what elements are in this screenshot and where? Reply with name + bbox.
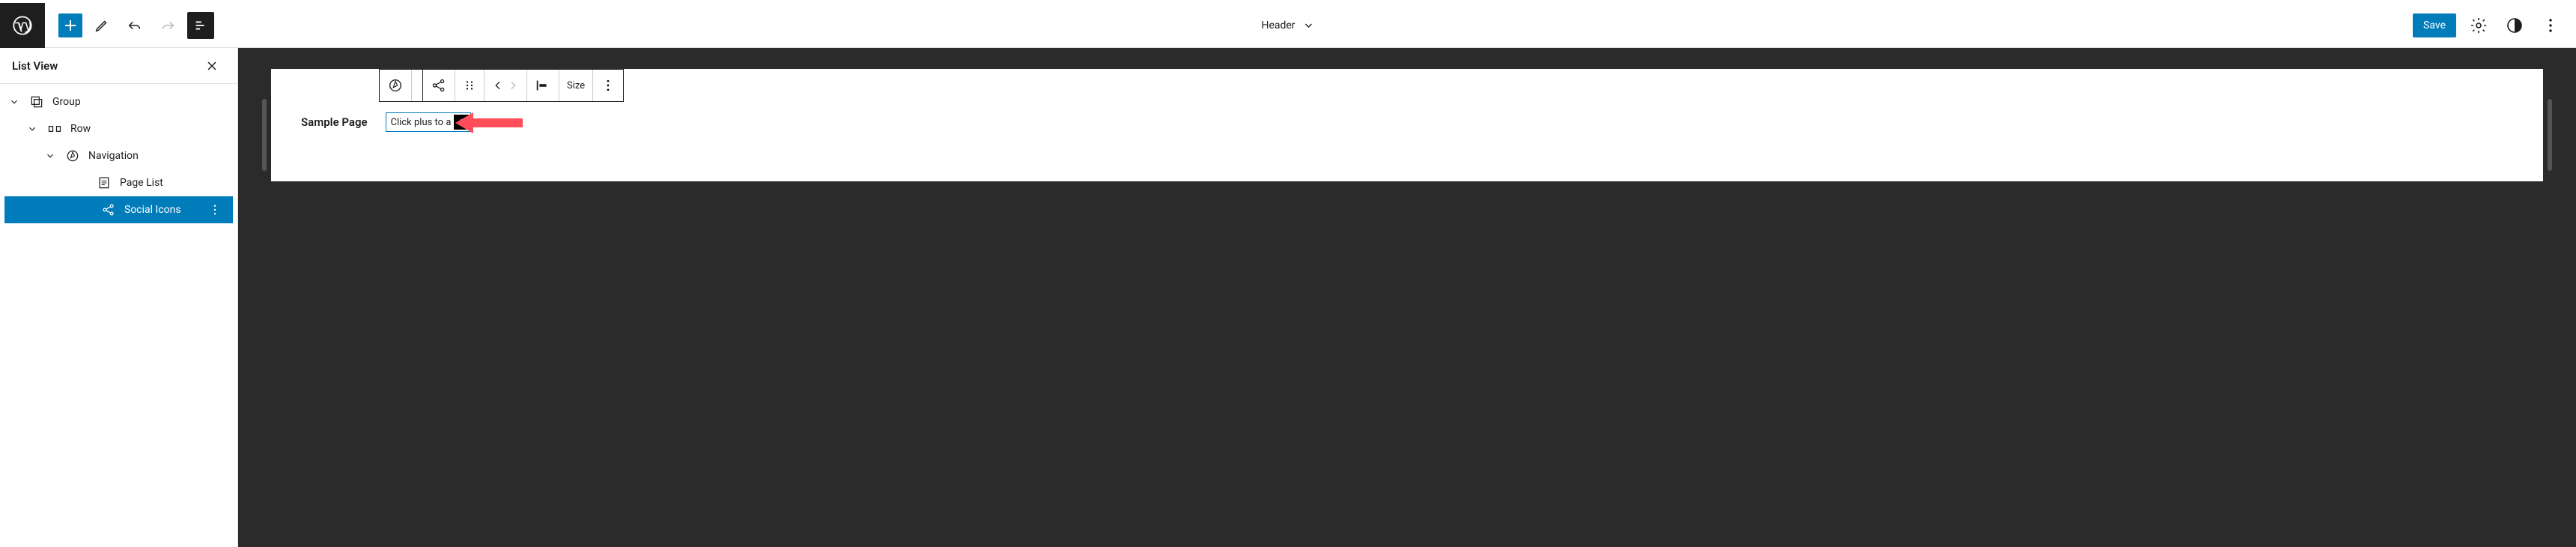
wp-logo[interactable]: [0, 3, 45, 48]
tree-row-group[interactable]: Group: [0, 88, 237, 115]
group-icon: [29, 94, 44, 109]
navigation-icon: [387, 77, 404, 94]
block-parent-button[interactable]: [380, 70, 412, 101]
row-icon: [47, 121, 62, 136]
save-button[interactable]: Save: [2413, 13, 2456, 37]
tree-label: Group: [52, 96, 81, 108]
justify-button[interactable]: [527, 70, 559, 101]
grip-icon: [463, 79, 476, 92]
sample-page-link[interactable]: Sample Page: [301, 115, 368, 129]
move-left-button[interactable]: [484, 70, 527, 101]
social-placeholder-text: Click plus to a: [391, 117, 452, 128]
chevron-down-icon: [27, 124, 37, 134]
pencil-icon: [94, 17, 110, 34]
block-toolbar: Size: [379, 69, 624, 102]
document-title-button[interactable]: Header: [1261, 19, 1314, 31]
chevron-left-icon: [492, 79, 504, 91]
undo-button[interactable]: [121, 12, 148, 39]
plus-icon: [61, 16, 79, 34]
add-block-button[interactable]: [58, 13, 82, 37]
save-button-label: Save: [2423, 19, 2446, 31]
list-view-icon: [192, 17, 209, 34]
chevron-down-icon: [9, 97, 19, 107]
gear-icon: [2470, 16, 2488, 34]
block-tree: Group Row Navigation Page List Social Ic…: [0, 84, 237, 228]
top-right-cluster: Save: [2413, 12, 2576, 39]
redo-icon: [160, 17, 176, 34]
page-list-icon: [97, 175, 112, 190]
chevron-down-icon: [45, 151, 55, 161]
edit-tool-button[interactable]: [88, 12, 115, 39]
more-options-button[interactable]: [2537, 12, 2564, 39]
kebab-icon: [601, 78, 616, 93]
share-icon: [101, 202, 116, 217]
top-toolbar: Header Save: [0, 3, 2576, 48]
tree-label: Navigation: [88, 150, 139, 162]
tree-label: Social Icons: [124, 204, 181, 216]
list-view-toggle-button[interactable]: [187, 12, 214, 39]
half-circle-icon: [2506, 16, 2524, 34]
wordpress-icon: [12, 15, 33, 36]
resize-handle-left[interactable]: [262, 99, 267, 171]
redo-button[interactable]: [154, 12, 181, 39]
styles-button[interactable]: [2501, 12, 2528, 39]
tree-row-options-button[interactable]: [206, 201, 224, 219]
add-social-icon-button[interactable]: [454, 115, 469, 130]
drag-handle[interactable]: [455, 70, 484, 101]
social-icons-placeholder[interactable]: Click plus to a: [386, 112, 472, 132]
navigation-icon: [65, 148, 80, 163]
size-button[interactable]: Size: [559, 70, 593, 101]
document-title-label: Header: [1261, 19, 1295, 31]
kebab-icon: [2542, 16, 2560, 34]
page-canvas[interactable]: Size Sample Page Click plus to a: [271, 69, 2543, 181]
justify-left-icon: [535, 77, 551, 94]
list-view-header: List View: [0, 48, 237, 84]
settings-button[interactable]: [2465, 12, 2492, 39]
close-icon: [204, 58, 219, 73]
tree-label: Row: [70, 123, 91, 135]
chevron-down-icon: [1303, 19, 1315, 31]
list-view-panel: List View Group Row Navigation Page List: [0, 48, 238, 547]
tree-label: Page List: [120, 177, 163, 189]
tree-row-page-list[interactable]: Page List: [0, 169, 237, 196]
kebab-icon: [208, 203, 222, 217]
tree-row-row[interactable]: Row: [0, 115, 237, 142]
tree-row-social-icons[interactable]: Social Icons: [4, 196, 233, 223]
plus-icon: [456, 117, 467, 127]
top-tool-cluster: [58, 12, 214, 39]
chevron-right-icon: [507, 79, 519, 91]
canvas-wrapper: Size Sample Page Click plus to a: [271, 69, 2543, 181]
size-label: Size: [567, 80, 585, 91]
share-icon: [431, 77, 447, 94]
tree-row-navigation[interactable]: Navigation: [0, 142, 237, 169]
block-more-options-button[interactable]: [593, 70, 623, 101]
list-view-title: List View: [12, 59, 58, 73]
editor-area: Size Sample Page Click plus to a: [238, 48, 2576, 547]
close-list-view-button[interactable]: [198, 52, 225, 79]
resize-handle-right[interactable]: [2548, 99, 2552, 171]
undo-icon: [127, 17, 143, 34]
block-type-button[interactable]: [422, 70, 455, 101]
